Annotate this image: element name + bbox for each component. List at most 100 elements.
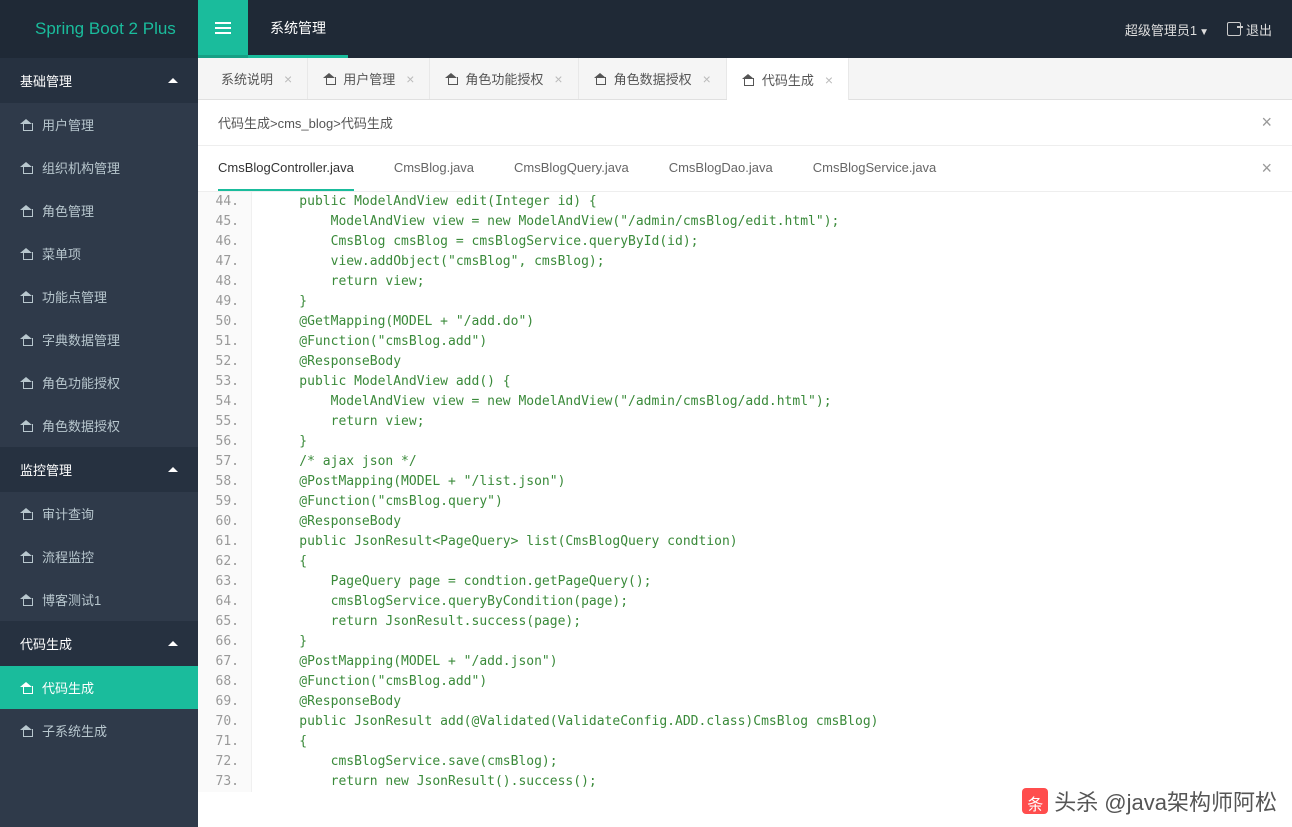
file-tab[interactable]: CmsBlogController.java <box>218 146 354 191</box>
tab[interactable]: 代码生成× <box>727 58 849 100</box>
line-number: 58. <box>198 472 252 492</box>
line-number: 57. <box>198 452 252 472</box>
code-line: 48. return view; <box>198 272 1292 292</box>
code-line: 58. @PostMapping(MODEL + "/list.json") <box>198 472 1292 492</box>
sidebar-group-header[interactable]: 基础管理 <box>0 58 198 103</box>
code-line: 45. ModelAndView view = new ModelAndView… <box>198 212 1292 232</box>
close-icon[interactable]: × <box>1261 158 1272 179</box>
line-number: 60. <box>198 512 252 532</box>
sidebar-item[interactable]: 角色功能授权 <box>0 361 198 404</box>
code-line: 55. return view; <box>198 412 1292 432</box>
logout-button[interactable]: 退出 <box>1227 20 1272 39</box>
sidebar-item[interactable]: 流程监控 <box>0 535 198 578</box>
close-icon[interactable]: × <box>703 71 711 87</box>
line-number: 47. <box>198 252 252 272</box>
line-number: 49. <box>198 292 252 312</box>
home-icon <box>20 291 33 302</box>
code-line: 72. cmsBlogService.save(cmsBlog); <box>198 752 1292 772</box>
tab[interactable]: 用户管理× <box>308 58 430 99</box>
code-line: 53. public ModelAndView add() { <box>198 372 1292 392</box>
code-line: 51. @Function("cmsBlog.add") <box>198 332 1292 352</box>
tab[interactable]: 角色数据授权× <box>579 58 727 99</box>
code-line: 62. { <box>198 552 1292 572</box>
code-editor[interactable]: 44. public ModelAndView edit(Integer id)… <box>198 192 1292 827</box>
line-number: 71. <box>198 732 252 752</box>
line-number: 70. <box>198 712 252 732</box>
sidebar-group-header[interactable]: 代码生成 <box>0 621 198 666</box>
sidebar-item[interactable]: 博客测试1 <box>0 578 198 621</box>
tab[interactable]: 角色功能授权× <box>430 58 578 99</box>
code-line: 56. } <box>198 432 1292 452</box>
tab[interactable]: 系统说明× <box>206 58 308 99</box>
line-content: cmsBlogService.queryByCondition(page); <box>252 592 628 612</box>
sidebar-item[interactable]: 代码生成 <box>0 666 198 709</box>
line-number: 50. <box>198 312 252 332</box>
line-number: 65. <box>198 612 252 632</box>
sidebar-item[interactable]: 角色管理 <box>0 189 198 232</box>
close-icon[interactable]: × <box>554 71 562 87</box>
sidebar-item[interactable]: 角色数据授权 <box>0 404 198 447</box>
line-content: } <box>252 432 307 452</box>
line-content: @Function("cmsBlog.add") <box>252 672 487 692</box>
home-icon <box>20 508 33 519</box>
sidebar-item[interactable]: 审计查询 <box>0 492 198 535</box>
line-number: 64. <box>198 592 252 612</box>
line-content: { <box>252 732 307 752</box>
home-icon <box>20 551 33 562</box>
close-icon[interactable]: × <box>406 71 414 87</box>
line-number: 51. <box>198 332 252 352</box>
line-number: 59. <box>198 492 252 512</box>
app-logo[interactable]: Spring Boot 2 Plus <box>0 19 198 39</box>
code-line: 49. } <box>198 292 1292 312</box>
close-icon[interactable]: × <box>284 71 292 87</box>
file-tab[interactable]: CmsBlogService.java <box>813 146 937 191</box>
sidebar-item[interactable]: 组织机构管理 <box>0 146 198 189</box>
user-dropdown[interactable]: 超级管理员1▼ <box>1125 20 1209 39</box>
caret-up-icon <box>168 467 178 472</box>
close-icon[interactable]: × <box>1261 112 1272 133</box>
line-content: { <box>252 552 307 572</box>
file-tab[interactable]: CmsBlogDao.java <box>669 146 773 191</box>
line-content: } <box>252 632 307 652</box>
menu-toggle-button[interactable] <box>198 0 248 58</box>
line-content: /* ajax json */ <box>252 452 417 472</box>
sidebar-group-header[interactable]: 监控管理 <box>0 447 198 492</box>
sidebar-item[interactable]: 功能点管理 <box>0 275 198 318</box>
file-tab[interactable]: CmsBlogQuery.java <box>514 146 629 191</box>
line-content: @PostMapping(MODEL + "/add.json") <box>252 652 558 672</box>
line-content: @PostMapping(MODEL + "/list.json") <box>252 472 565 492</box>
header-right: 超级管理员1▼ 退出 <box>1125 20 1292 39</box>
line-content: view.addObject("cmsBlog", cmsBlog); <box>252 252 605 272</box>
home-icon <box>20 594 33 605</box>
line-number: 62. <box>198 552 252 572</box>
line-number: 46. <box>198 232 252 252</box>
file-tab[interactable]: CmsBlog.java <box>394 146 474 191</box>
line-content: cmsBlogService.save(cmsBlog); <box>252 752 558 772</box>
sidebar-item[interactable]: 菜单项 <box>0 232 198 275</box>
line-content: } <box>252 292 307 312</box>
line-number: 44. <box>198 192 252 212</box>
line-content: return view; <box>252 412 425 432</box>
chevron-down-icon: ▼ <box>1199 27 1209 38</box>
line-content: public JsonResult<PageQuery> list(CmsBlo… <box>252 532 738 552</box>
top-menu-item[interactable]: 系统管理 <box>248 0 348 58</box>
line-content: ModelAndView view = new ModelAndView("/a… <box>252 392 832 412</box>
sidebar-item[interactable]: 用户管理 <box>0 103 198 146</box>
line-number: 66. <box>198 632 252 652</box>
sidebar-item[interactable]: 子系统生成 <box>0 709 198 752</box>
close-icon[interactable]: × <box>825 72 833 88</box>
file-tab-bar: CmsBlogController.java CmsBlog.java CmsBlo… <box>198 146 1292 192</box>
home-icon <box>20 162 33 173</box>
home-icon <box>20 248 33 259</box>
code-line: 44. public ModelAndView edit(Integer id)… <box>198 192 1292 212</box>
line-number: 67. <box>198 652 252 672</box>
code-line: 50. @GetMapping(MODEL + "/add.do") <box>198 312 1292 332</box>
line-content: ModelAndView view = new ModelAndView("/a… <box>252 212 839 232</box>
home-icon <box>594 73 607 84</box>
sidebar-item[interactable]: 字典数据管理 <box>0 318 198 361</box>
code-line: 70. public JsonResult add(@Validated(Val… <box>198 712 1292 732</box>
line-content: return JsonResult.success(page); <box>252 612 581 632</box>
code-line: 63. PageQuery page = condtion.getPageQue… <box>198 572 1292 592</box>
logout-icon <box>1227 22 1241 36</box>
code-line: 64. cmsBlogService.queryByCondition(page… <box>198 592 1292 612</box>
